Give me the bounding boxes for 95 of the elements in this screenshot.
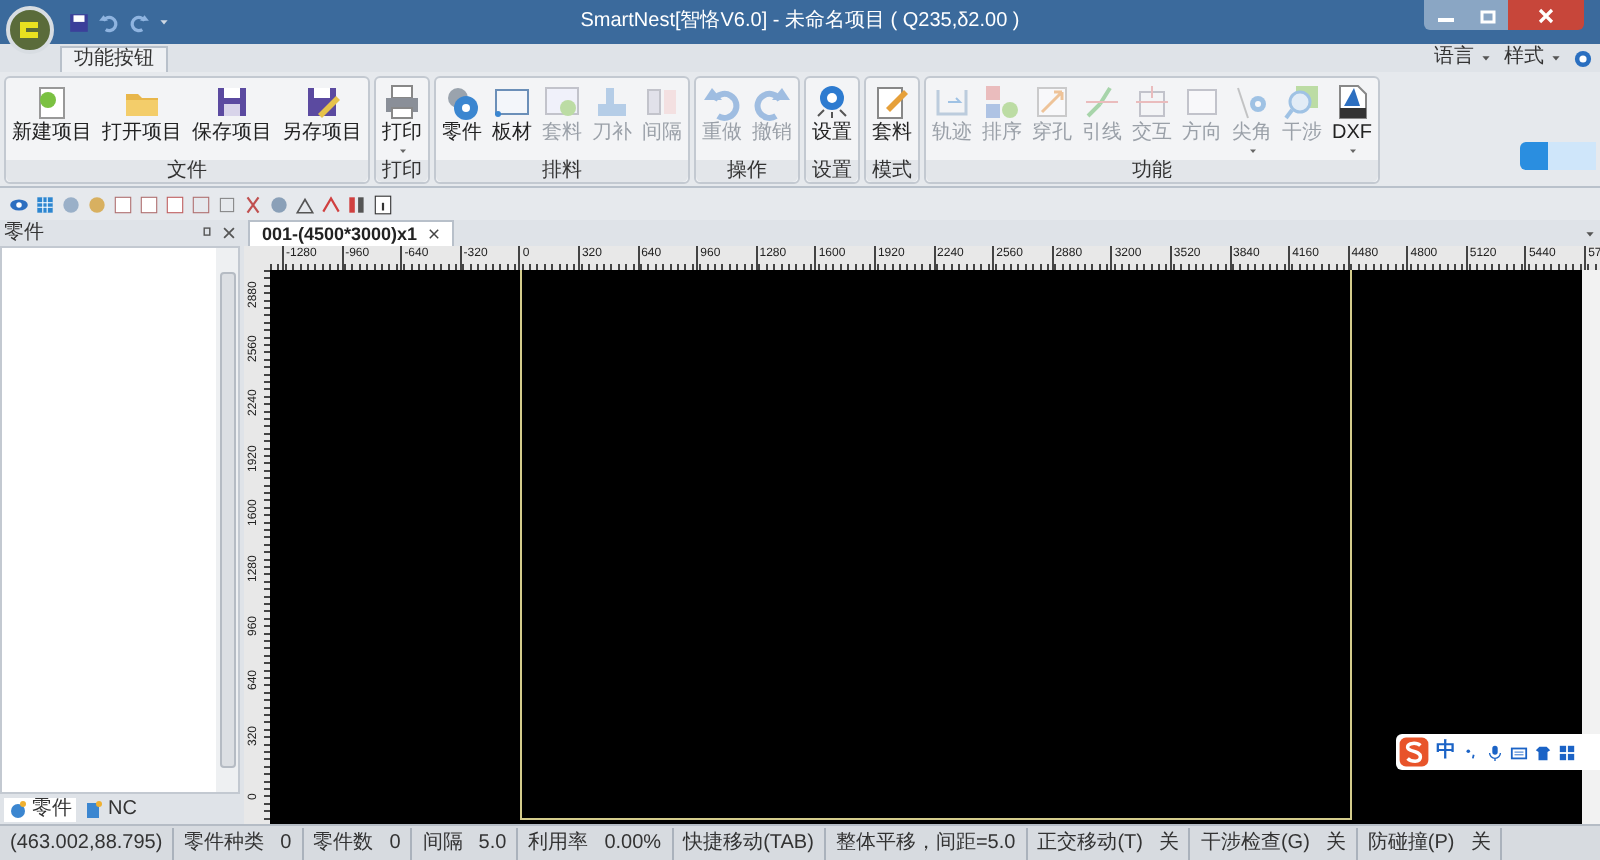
frame-icon[interactable] bbox=[112, 193, 134, 215]
gear-icon bbox=[8, 799, 28, 819]
pin-icon[interactable] bbox=[200, 226, 214, 240]
status-label: 干涉检查(G) bbox=[1200, 831, 1310, 855]
ribbon-button[interactable]: 板材 bbox=[488, 82, 536, 146]
panel-title: 零件 bbox=[4, 221, 44, 245]
ribbon-button[interactable]: 套料 bbox=[868, 82, 916, 146]
magnifier-icon bbox=[1282, 82, 1322, 122]
status-value: 关 bbox=[1470, 831, 1491, 855]
ribbon-button[interactable]: 打印 bbox=[378, 82, 426, 156]
close-icon bbox=[427, 228, 440, 240]
scissors-icon[interactable] bbox=[242, 193, 264, 215]
ruler-angle-icon[interactable] bbox=[294, 193, 316, 215]
group-label: 操作 bbox=[696, 160, 798, 182]
status-label: 间隔 bbox=[422, 831, 463, 855]
close-icon bbox=[1538, 7, 1554, 23]
cloud-button[interactable] bbox=[1520, 142, 1596, 170]
document-icon bbox=[84, 799, 104, 819]
caret-icon bbox=[1247, 146, 1257, 156]
floppy-pencil-icon bbox=[302, 82, 342, 122]
curved-arrow-icon[interactable] bbox=[98, 11, 120, 33]
keyboard-icon[interactable] bbox=[1510, 743, 1528, 761]
grid-icon[interactable] bbox=[34, 193, 56, 215]
ime-mode-label[interactable]: 中 bbox=[1436, 740, 1456, 764]
status-label: 利用率 bbox=[528, 831, 589, 855]
status-label: 零件数 bbox=[313, 831, 374, 855]
ribbon-button[interactable]: 新建项目 bbox=[8, 82, 96, 146]
ribbon-tab[interactable]: 功能按钮 bbox=[60, 46, 168, 72]
status-value: 5.0 bbox=[478, 831, 507, 855]
curved-arrow-icon[interactable] bbox=[128, 11, 150, 33]
caliper-icon[interactable] bbox=[320, 193, 342, 215]
status-value: 关 bbox=[1325, 831, 1346, 855]
group-label: 模式 bbox=[866, 160, 918, 182]
caret-icon bbox=[397, 146, 407, 156]
group-label: 打印 bbox=[376, 160, 428, 182]
sort-icon bbox=[982, 82, 1022, 122]
menu-button[interactable]: 样式 bbox=[1504, 46, 1562, 70]
status-label: 正交移动(T) bbox=[1037, 831, 1143, 855]
ribbon-button[interactable]: 另存项目 bbox=[278, 82, 366, 146]
ribbon-button[interactable]: 打开项目 bbox=[98, 82, 186, 146]
microphone-icon[interactable] bbox=[1486, 743, 1504, 761]
help-circle-icon[interactable] bbox=[1574, 49, 1592, 67]
status-label: 快捷移动(TAB) bbox=[683, 831, 814, 855]
panel-tab[interactable]: NC bbox=[80, 797, 141, 821]
app-logo-button[interactable] bbox=[6, 6, 54, 54]
restore-button[interactable] bbox=[1468, 0, 1508, 30]
minimize-button[interactable] bbox=[1424, 0, 1468, 30]
group-label: 排料 bbox=[436, 160, 688, 182]
frame-icon[interactable] bbox=[138, 193, 160, 215]
ime-logo-icon[interactable] bbox=[1398, 736, 1430, 768]
scrollbar[interactable] bbox=[216, 248, 238, 792]
square-icon bbox=[1132, 82, 1172, 122]
window-title: SmartNest[智恪V6.0] - 未命名项目 ( Q235,δ2.00 ) bbox=[578, 7, 1022, 36]
caret-icon bbox=[1347, 146, 1357, 156]
group-label: 设置 bbox=[806, 160, 858, 182]
frame-icon[interactable] bbox=[190, 193, 212, 215]
square-icon[interactable] bbox=[216, 193, 238, 215]
close-icon[interactable] bbox=[222, 226, 236, 240]
status-value: 关 bbox=[1158, 831, 1179, 855]
ribbon-button[interactable]: 零件 bbox=[438, 82, 486, 146]
gear-icon bbox=[442, 82, 482, 122]
tool-offset-icon bbox=[592, 82, 632, 122]
info-document-icon[interactable] bbox=[372, 193, 394, 215]
ribbon-button[interactable]: 设置 bbox=[808, 82, 856, 146]
status-label: (463.002,88.795) bbox=[10, 831, 163, 855]
lead-line-icon bbox=[1082, 82, 1122, 122]
shirt-icon[interactable] bbox=[1534, 743, 1552, 761]
status-label: 防碰撞(P) bbox=[1367, 831, 1455, 855]
document-tab[interactable]: 001-(4500*3000)x1 bbox=[248, 220, 454, 246]
scrollbar[interactable] bbox=[1582, 270, 1600, 824]
pencil-document-icon bbox=[872, 82, 912, 122]
frame-icon[interactable] bbox=[164, 193, 186, 215]
nest-layout-icon bbox=[542, 82, 582, 122]
group-label: 功能 bbox=[926, 160, 1378, 182]
ime-toolbar[interactable]: 中 bbox=[1396, 734, 1600, 770]
status-value: 0 bbox=[280, 831, 292, 855]
caret-icon bbox=[1550, 52, 1562, 64]
caret-icon[interactable] bbox=[158, 16, 170, 28]
restore-icon bbox=[1480, 7, 1496, 23]
menu-button[interactable]: 语言 bbox=[1434, 46, 1492, 70]
status-label: 整体平移，间距=5.0 bbox=[835, 831, 1016, 855]
panel-tab[interactable]: 零件 bbox=[4, 797, 76, 821]
group-label: 文件 bbox=[6, 160, 368, 182]
punctuation-icon[interactable] bbox=[1462, 743, 1480, 761]
ribbon-button[interactable]: DXF bbox=[1328, 82, 1376, 156]
gear-icon bbox=[812, 82, 852, 122]
caret-icon bbox=[1480, 52, 1492, 64]
printer-icon bbox=[382, 82, 422, 122]
grid-icon[interactable] bbox=[1558, 743, 1576, 761]
ribbon-button[interactable]: 保存项目 bbox=[188, 82, 276, 146]
caret-icon[interactable] bbox=[1584, 227, 1596, 239]
status-value: 0 bbox=[389, 831, 401, 855]
status-label: 零件种类 bbox=[184, 831, 265, 855]
status-value: 0.00% bbox=[604, 831, 662, 855]
close-button[interactable] bbox=[1508, 0, 1584, 30]
